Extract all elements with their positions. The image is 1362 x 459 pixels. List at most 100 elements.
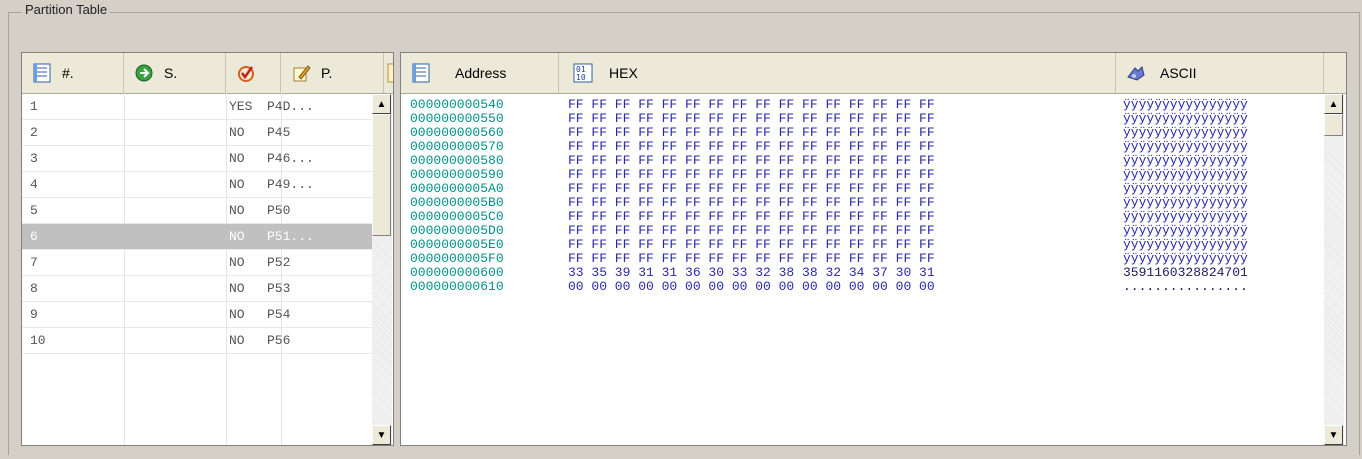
- row-partition: P54: [267, 307, 291, 322]
- hex-bytes: FF FF FF FF FF FF FF FF FF FF FF FF FF F…: [568, 195, 935, 210]
- row-partition: P51...: [267, 229, 314, 244]
- row-number: 9: [30, 307, 38, 322]
- table-row[interactable]: 5 NO P50: [22, 198, 372, 224]
- svg-text:10: 10: [576, 73, 586, 82]
- scroll-up-button[interactable]: ▲: [1324, 94, 1343, 114]
- hex-ascii: ................: [1123, 279, 1248, 294]
- hex-ascii: ÿÿÿÿÿÿÿÿÿÿÿÿÿÿÿÿ: [1123, 111, 1248, 126]
- hex-bytes: FF FF FF FF FF FF FF FF FF FF FF FF FF F…: [568, 111, 935, 126]
- row-number: 7: [30, 255, 38, 270]
- row-check: NO: [229, 151, 245, 166]
- row-check: NO: [229, 125, 245, 140]
- list-icon: [33, 63, 51, 83]
- row-check: NO: [229, 229, 245, 244]
- hex-view-scrollbar[interactable]: ▲ ▼: [1324, 94, 1344, 445]
- row-check: NO: [229, 307, 245, 322]
- row-check: YES: [229, 99, 253, 114]
- row-check: NO: [229, 177, 245, 192]
- groupbox-title: Partition Table: [22, 2, 111, 17]
- row-partition: P53: [267, 281, 291, 296]
- column-label-address: Address: [455, 65, 507, 81]
- scroll-track[interactable]: [1324, 136, 1344, 444]
- table-row[interactable]: 4 NO P49...: [22, 172, 372, 198]
- row-partition: P49...: [267, 177, 314, 192]
- hex-ascii: ÿÿÿÿÿÿÿÿÿÿÿÿÿÿÿÿ: [1123, 139, 1248, 154]
- column-label-ascii: ASCII: [1160, 65, 1197, 81]
- scroll-thumb[interactable]: [1324, 114, 1343, 136]
- row-partition: P50: [267, 203, 291, 218]
- hex-address: 0000000005E0: [410, 237, 504, 252]
- table-row[interactable]: 10 NO P56: [22, 328, 372, 354]
- hex-address: 000000000600: [410, 265, 504, 280]
- column-label-status: S.: [164, 65, 178, 81]
- column-header-check[interactable]: [226, 53, 281, 93]
- row-partition: P45: [267, 125, 291, 140]
- row-number: 2: [30, 125, 38, 140]
- hex-ascii: ÿÿÿÿÿÿÿÿÿÿÿÿÿÿÿÿ: [1123, 97, 1248, 112]
- row-check: NO: [229, 333, 245, 348]
- table-row-selected[interactable]: 6 NO P51...: [22, 224, 372, 250]
- partition-table-scrollbar[interactable]: ▲ ▼: [372, 94, 392, 445]
- scroll-down-button[interactable]: ▼: [1324, 425, 1343, 445]
- table-row[interactable]: 1 YES P4D...: [22, 94, 372, 120]
- pencil-icon: [293, 65, 311, 82]
- hex-ascii: ÿÿÿÿÿÿÿÿÿÿÿÿÿÿÿÿ: [1123, 209, 1248, 224]
- column-header-more[interactable]: [384, 53, 393, 93]
- hex-ascii: ÿÿÿÿÿÿÿÿÿÿÿÿÿÿÿÿ: [1123, 181, 1248, 196]
- row-number: 1: [30, 99, 38, 114]
- hex-bytes: FF FF FF FF FF FF FF FF FF FF FF FF FF F…: [568, 251, 935, 266]
- green-arrow-icon: [135, 64, 153, 82]
- table-row[interactable]: 8 NO P53: [22, 276, 372, 302]
- groupbox-edge: [12, 12, 21, 13]
- hex-ascii: ÿÿÿÿÿÿÿÿÿÿÿÿÿÿÿÿ: [1123, 237, 1248, 252]
- column-header-number[interactable]: #.: [22, 53, 124, 93]
- arrow-down-icon: ▼: [376, 429, 387, 441]
- row-number: 8: [30, 281, 38, 296]
- hex-view-header: Address 01 10 HEX ASCII: [401, 53, 1346, 94]
- hex-address: 000000000590: [410, 167, 504, 182]
- column-header-hex[interactable]: 01 10 HEX: [559, 53, 1116, 93]
- partition-table[interactable]: #. S. P. 1 YES P4D... 2 NO P45 3 NO P46.…: [21, 52, 394, 446]
- column-header-status[interactable]: S.: [124, 53, 226, 93]
- hex-address: 000000000540: [410, 97, 504, 112]
- table-row[interactable]: 2 NO P45: [22, 120, 372, 146]
- hex-ascii: ÿÿÿÿÿÿÿÿÿÿÿÿÿÿÿÿ: [1123, 167, 1248, 182]
- column-header-address[interactable]: Address: [401, 53, 559, 93]
- column-label-partition: P.: [321, 65, 333, 81]
- hex-ascii: 3591160328824701: [1123, 265, 1248, 280]
- hex-bytes: FF FF FF FF FF FF FF FF FF FF FF FF FF F…: [568, 167, 935, 182]
- row-partition: P52: [267, 255, 291, 270]
- hex-address: 0000000005D0: [410, 223, 504, 238]
- column-header-ascii[interactable]: ASCII: [1116, 53, 1324, 93]
- check-icon: [238, 66, 254, 82]
- hex-view[interactable]: Address 01 10 HEX ASCII 000000000540 FF F…: [400, 52, 1347, 446]
- column-label-number: #.: [62, 65, 74, 81]
- row-partition: P4D...: [267, 99, 314, 114]
- row-check: NO: [229, 203, 245, 218]
- hex-bytes: FF FF FF FF FF FF FF FF FF FF FF FF FF F…: [568, 125, 935, 140]
- column-label-hex: HEX: [609, 65, 638, 81]
- hex-address: 000000000560: [410, 125, 504, 140]
- column-header-partition[interactable]: P.: [281, 53, 384, 93]
- scroll-down-button[interactable]: ▼: [372, 425, 391, 445]
- hex-bytes: FF FF FF FF FF FF FF FF FF FF FF FF FF F…: [568, 97, 935, 112]
- table-row[interactable]: 7 NO P52: [22, 250, 372, 276]
- scroll-up-button[interactable]: ▲: [372, 94, 391, 114]
- table-row[interactable]: 9 NO P54: [22, 302, 372, 328]
- list-icon: [412, 63, 430, 83]
- arrow-up-icon: ▲: [376, 98, 387, 110]
- hex-bytes: FF FF FF FF FF FF FF FF FF FF FF FF FF F…: [568, 181, 935, 196]
- hex-address: 000000000580: [410, 153, 504, 168]
- hex-address: 0000000005C0: [410, 209, 504, 224]
- hex-ascii: ÿÿÿÿÿÿÿÿÿÿÿÿÿÿÿÿ: [1123, 125, 1248, 140]
- hex-bytes: 33 35 39 31 31 36 30 33 32 38 38 32 34 3…: [568, 265, 935, 280]
- table-row[interactable]: 3 NO P46...: [22, 146, 372, 172]
- hex-bytes: FF FF FF FF FF FF FF FF FF FF FF FF FF F…: [568, 237, 935, 252]
- arrow-up-icon: ▲: [1328, 98, 1339, 110]
- scroll-track[interactable]: [372, 236, 392, 444]
- binary-icon: 0110: [573, 63, 593, 83]
- scroll-thumb[interactable]: [372, 114, 391, 236]
- hex-bytes: FF FF FF FF FF FF FF FF FF FF FF FF FF F…: [568, 139, 935, 154]
- row-partition: P56: [267, 333, 291, 348]
- hex-address: 000000000570: [410, 139, 504, 154]
